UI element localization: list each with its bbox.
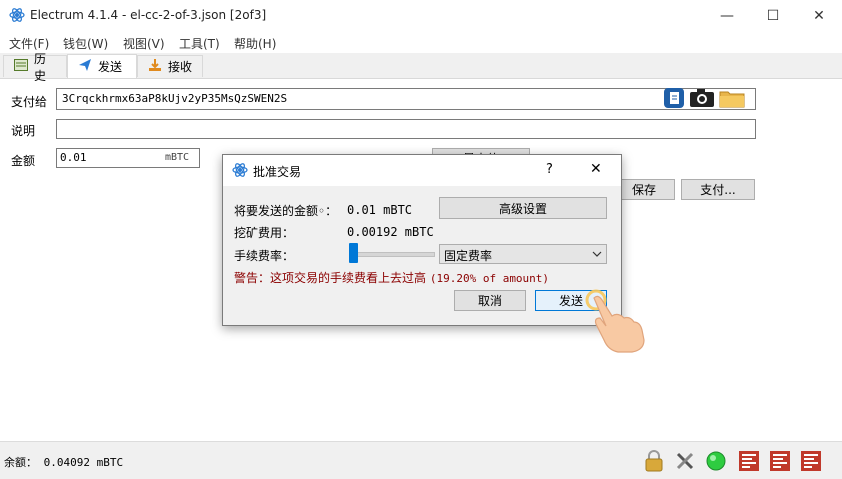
description-label: 说明 [11, 124, 36, 138]
mining-fee-value: 0.00192 mBTC [347, 225, 434, 239]
title-bar: Electrum 4.1.4 - el-cc-2-of-3.json [2of3… [0, 0, 842, 31]
menu-bar: 文件(F) 钱包(W) 视图(V) 工具(T) 帮助(H) [0, 31, 842, 53]
menu-view[interactable]: 视图(V) [123, 35, 165, 52]
window-title: Electrum 4.1.4 - el-cc-2-of-3.json [2of3… [30, 8, 267, 22]
folder-icon[interactable] [719, 88, 745, 111]
network-status-icon[interactable] [706, 451, 726, 474]
amount-label: 金额 [11, 154, 36, 168]
electrum-logo-icon [232, 162, 248, 181]
chevron-down-icon [592, 248, 602, 262]
pointing-hand-icon [584, 288, 650, 357]
lock-icon[interactable] [644, 450, 664, 475]
menu-tools[interactable]: 工具(T) [179, 35, 220, 52]
dialog-title: 批准交易 [253, 165, 302, 179]
dialog-close-button[interactable]: ✕ [590, 161, 602, 177]
help-button[interactable]: ? [546, 162, 553, 177]
status-bar: 余额： 0.04092 mBTC [0, 441, 842, 479]
pay-to-label: 支付给 [11, 95, 48, 109]
save-button[interactable]: 保存 [613, 179, 675, 200]
amount-unit: mBTC [165, 152, 190, 163]
menu-help[interactable]: 帮助(H) [234, 35, 276, 52]
tab-bar: 历史 发送 接收 [0, 52, 842, 83]
keystore-icon[interactable] [800, 450, 822, 475]
electrum-logo-icon [9, 7, 25, 26]
camera-icon[interactable] [689, 88, 715, 111]
fee-slider-track[interactable] [349, 252, 435, 257]
description-input[interactable] [56, 119, 756, 139]
contacts-icon[interactable] [663, 87, 685, 112]
close-button[interactable]: ✕ [796, 0, 842, 31]
amount-input[interactable]: 0.01 mBTC [56, 148, 200, 168]
pay-to-input[interactable]: 3Crqckhrmx63aP8kUjv2yP35MsQzSWEN2S [56, 88, 756, 110]
tab-send[interactable]: 发送 [67, 54, 137, 78]
dialog-title-bar: 批准交易 ? ✕ [223, 155, 621, 186]
send-amount-value: 0.01 mBTC [347, 203, 413, 217]
confirm-transaction-dialog: 批准交易 ? ✕ 将要发送的金额◦： 0.01 mBTC 高级设置 挖矿费用： … [222, 154, 622, 326]
maximize-button[interactable]: ☐ [750, 0, 796, 31]
tab-history[interactable]: 历史 [3, 52, 67, 83]
send-amount-label: 将要发送的金额◦： [234, 204, 338, 218]
fee-warning: 警告：这项交易的手续费看上去过高 (19.20% of amount) [234, 271, 550, 285]
pay-button[interactable]: 支付... [681, 179, 755, 200]
seed-icon[interactable] [738, 450, 760, 475]
minimize-button[interactable]: — [704, 0, 750, 31]
fee-mode-select[interactable]: 固定费率 [439, 244, 607, 264]
receive-icon [148, 58, 162, 75]
tab-receive[interactable]: 接收 [137, 55, 203, 77]
send-icon [78, 58, 92, 75]
advanced-settings-button[interactable]: 高级设置 [439, 197, 607, 219]
balance-text: 余额： 0.04092 mBTC [4, 456, 124, 469]
history-icon [14, 59, 28, 74]
tools-icon[interactable] [675, 451, 695, 474]
fee-slider-handle[interactable] [349, 243, 358, 263]
cosigner-icon[interactable] [769, 450, 791, 475]
fee-rate-label: 手续费率： [234, 249, 295, 263]
cancel-button[interactable]: 取消 [454, 290, 526, 311]
menu-wallet[interactable]: 钱包(W) [63, 35, 108, 52]
mining-fee-label: 挖矿费用： [234, 226, 295, 240]
